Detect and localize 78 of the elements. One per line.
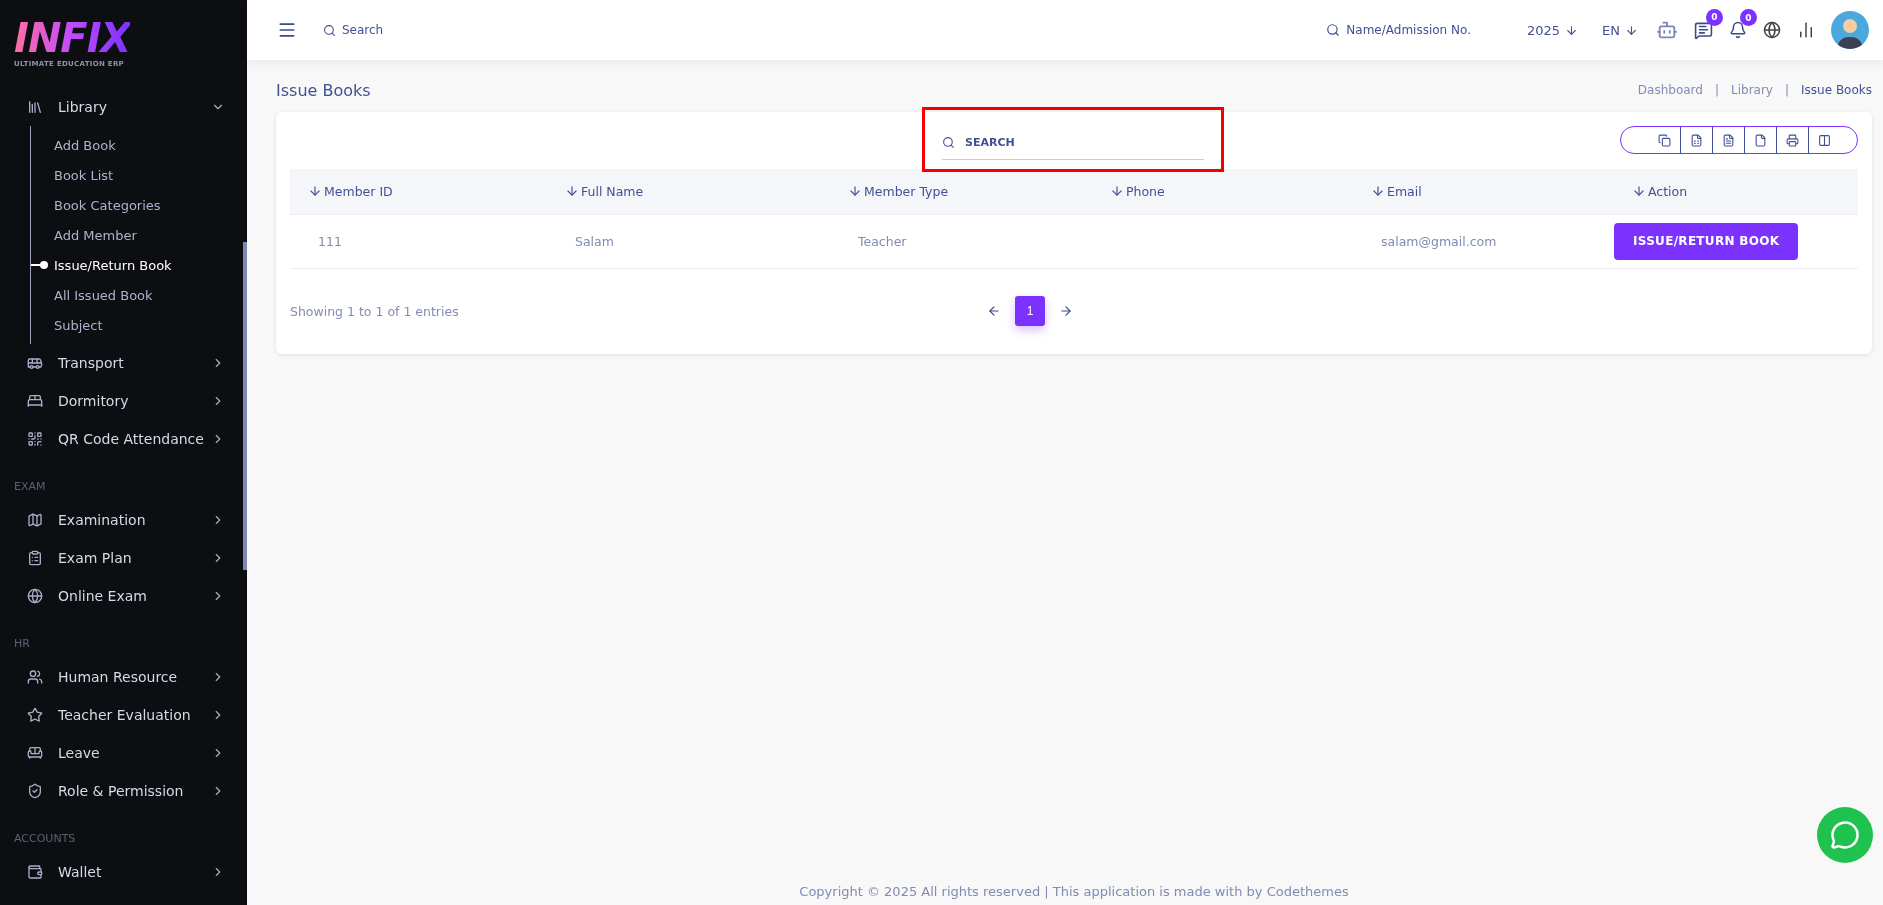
arrow-down-icon bbox=[1625, 23, 1638, 37]
sort-icon[interactable] bbox=[565, 184, 579, 199]
student-search-field[interactable]: Name/Admission No. bbox=[1346, 23, 1471, 37]
sort-icon[interactable] bbox=[1371, 184, 1385, 199]
section-title: ACCOUNTS bbox=[13, 831, 77, 847]
search-icon bbox=[1326, 23, 1341, 37]
sidebar-item[interactable]: Library bbox=[0, 88, 247, 126]
search-field[interactable]: Search bbox=[342, 23, 384, 37]
submenu-item[interactable]: All Issued Book bbox=[31, 280, 247, 310]
table-cell-text: 111 bbox=[317, 233, 343, 249]
sidebar-item[interactable]: Exam Plan bbox=[0, 539, 247, 577]
chat-bubble-icon bbox=[1830, 820, 1860, 850]
table-cell-text: salam@gmail.com bbox=[1380, 233, 1498, 249]
table-cell-text: Teacher bbox=[857, 233, 908, 249]
wallet-icon bbox=[27, 864, 43, 880]
issue-return-button[interactable]: ISSUE/RETURN BOOK bbox=[1614, 222, 1799, 260]
search-icon bbox=[942, 135, 955, 149]
submenu-item[interactable]: Book Categories bbox=[31, 190, 247, 220]
sidebar-item[interactable]: QR Code Attendance bbox=[0, 420, 247, 458]
sofa-icon bbox=[27, 745, 43, 761]
sidebar-item[interactable]: Examination bbox=[0, 501, 247, 539]
section-title: EXAM bbox=[13, 479, 47, 495]
column-header[interactable]: Full Name bbox=[581, 183, 644, 199]
books-icon bbox=[27, 99, 43, 115]
submenu-item[interactable]: Issue/Return Book bbox=[31, 250, 247, 280]
globe-icon bbox=[27, 588, 43, 604]
message-count: 0 bbox=[1706, 8, 1723, 26]
bus-icon bbox=[27, 355, 43, 371]
qr-code-icon bbox=[27, 431, 43, 447]
globe-icon[interactable] bbox=[1763, 21, 1781, 39]
entries-summary: Showing 1 to 1 of 1 entries bbox=[290, 303, 459, 319]
section-title: HR bbox=[13, 636, 31, 652]
sidebar-item[interactable]: Transport bbox=[0, 344, 247, 382]
arrow-down-icon bbox=[1565, 23, 1579, 37]
star-icon bbox=[27, 707, 43, 723]
submenu-item[interactable]: Book List bbox=[31, 160, 247, 190]
clipboard-icon bbox=[27, 550, 43, 566]
sort-icon[interactable] bbox=[848, 184, 862, 199]
sidebar-item[interactable]: Role & Permission bbox=[0, 772, 247, 810]
bell-icon[interactable] bbox=[1729, 21, 1747, 39]
column-header[interactable]: Member ID bbox=[324, 183, 393, 199]
breadcrumb-separator: | bbox=[1714, 83, 1719, 97]
submenu-item[interactable]: Add Book bbox=[31, 130, 247, 160]
message-icon[interactable] bbox=[1694, 20, 1713, 40]
sort-icon[interactable] bbox=[308, 184, 322, 199]
shield-icon bbox=[27, 783, 43, 799]
breadcrumb-separator: | bbox=[1785, 83, 1790, 97]
sort-icon[interactable] bbox=[1110, 184, 1124, 199]
users-icon bbox=[27, 669, 43, 685]
menu-icon[interactable] bbox=[277, 20, 297, 40]
sidebar-item[interactable]: Dormitory bbox=[0, 382, 247, 420]
breadcrumb-current: Issue Books bbox=[1801, 83, 1872, 97]
active-marker bbox=[31, 264, 45, 266]
avatar[interactable] bbox=[1831, 11, 1869, 49]
column-header[interactable]: Phone bbox=[1126, 183, 1165, 199]
notification-count: 0 bbox=[1740, 9, 1757, 26]
map-icon bbox=[27, 512, 43, 528]
search-icon bbox=[323, 23, 336, 37]
footer-text: Copyright © 2025 All rights reserved | This application is made with by Codethemes bbox=[798, 884, 1350, 901]
language-select[interactable]: EN bbox=[1596, 21, 1644, 39]
sidebar-item[interactable]: Teacher Evaluation bbox=[0, 696, 247, 734]
sort-icon[interactable] bbox=[1632, 184, 1646, 199]
year-select[interactable]: 2025 bbox=[1520, 21, 1585, 39]
robot-icon[interactable] bbox=[1656, 19, 1678, 41]
column-header[interactable]: Action bbox=[1648, 183, 1688, 199]
chart-icon[interactable] bbox=[1797, 21, 1815, 39]
column-header[interactable]: Email bbox=[1387, 183, 1422, 199]
column-header[interactable]: Member Type bbox=[864, 183, 949, 199]
submenu-item[interactable]: Add Member bbox=[31, 220, 247, 250]
sidebar-item[interactable]: Wallet bbox=[0, 853, 247, 891]
sidebar-item[interactable]: Online Exam bbox=[0, 577, 247, 615]
bed-icon bbox=[27, 393, 43, 409]
submenu-item[interactable]: Subject bbox=[31, 310, 247, 340]
page-button[interactable]: 1 bbox=[1015, 296, 1045, 327]
table-cell-text: Salam bbox=[574, 233, 615, 249]
page-title: Issue Books bbox=[276, 80, 371, 100]
sidebar-item[interactable]: Leave bbox=[0, 734, 247, 772]
sidebar-item[interactable]: Human Resource bbox=[0, 658, 247, 696]
